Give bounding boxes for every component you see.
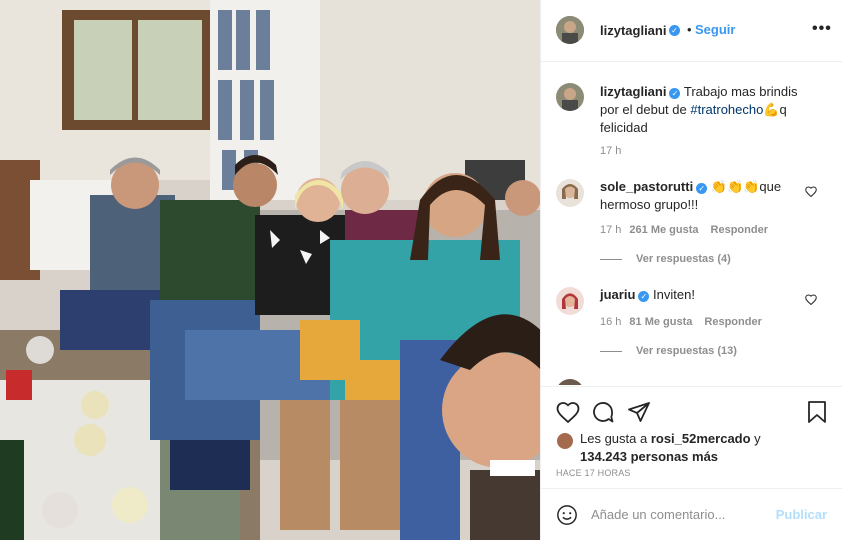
caption-hashtag[interactable]: #tratrohecho [690,102,763,117]
post-timestamp[interactable]: HACE 17 HORAS [556,468,631,478]
more-options-icon[interactable]: ••• [812,20,832,38]
verified-badge-icon: ✓ [669,25,680,36]
comment-likes[interactable]: 261 Me gusta [629,224,698,236]
verified-badge-icon: ✓ [638,291,650,302]
reply-button[interactable]: Responder [711,224,768,236]
emoji-smiley-icon[interactable] [556,504,578,529]
comments-list[interactable]: lizytagliani ✓ Trabajo mas brindis por el… [541,63,842,385]
share-paper-plane-icon[interactable] [627,400,651,427]
header-separator: • [687,22,692,37]
caption-avatar[interactable] [556,83,584,111]
follow-button[interactable]: Seguir [695,22,735,37]
view-replies-button[interactable]: Ver respuestas (13) [600,345,737,357]
clapping-hands-emoji: 👏👏👏 [710,179,760,194]
author-avatar[interactable] [556,16,584,44]
comment-username[interactable]: juariu [600,287,635,302]
caption-username[interactable]: lizytagliani [600,84,666,99]
view-replies-label[interactable]: Ver respuestas (13) [636,345,737,357]
comment-text: juariu ✓ Inviten! [600,286,800,304]
comment-input[interactable]: Añade un comentario... [591,507,725,522]
caption-time: 17 h [600,145,622,157]
comment-text: sole_pastorutti ✓ 👏👏👏que hermoso grupo!!! [600,178,800,214]
likes-prefix: Les gusta a [580,431,651,446]
like-heart-icon[interactable] [556,401,580,426]
add-comment-bar: Añade un comentario... Publicar [541,488,842,540]
save-bookmark-icon[interactable] [807,400,827,427]
liker-username[interactable]: rosi_52mercado [651,431,751,446]
comment-likes[interactable]: 81 Me gusta [629,316,692,328]
replies-divider [600,258,622,260]
view-replies-label[interactable]: Ver respuestas (4) [636,253,731,265]
likes-middle: y [750,431,761,446]
post-photo[interactable] [0,0,540,540]
comment-avatar[interactable] [556,287,584,315]
likes-summary: Les gusta a rosi_52mercado y 134.243 per… [556,430,761,466]
likes-count[interactable]: 134.243 personas más [580,449,718,464]
comment-meta: 17 h 261 Me gusta Responder [600,224,768,236]
replies-divider [600,350,622,352]
publish-button[interactable]: Publicar [776,507,827,522]
caption-text: lizytagliani ✓ Trabajo mas brindis por el… [600,83,810,137]
verified-badge-icon: ✓ [696,183,708,194]
group-photo-image [0,0,540,540]
liker-avatar[interactable] [556,432,574,450]
comment-meta: 16 h 81 Me gusta Responder [600,316,762,328]
post-actions: Les gusta a rosi_52mercado y 134.243 per… [541,386,842,486]
reply-button[interactable]: Responder [704,316,761,328]
comment-time: 17 h [600,224,622,236]
comment-like-heart-icon[interactable] [805,294,817,308]
comment-time: 16 h [600,316,622,328]
post-header: lizytagliani ✓ • Seguir ••• [541,0,842,62]
comment-bubble-icon[interactable] [591,400,615,427]
comment-like-heart-icon[interactable] [805,186,817,200]
verified-badge-icon: ✓ [669,88,681,99]
flexed-biceps-emoji: 💪 [763,102,780,117]
view-replies-button[interactable]: Ver respuestas (4) [600,253,731,265]
post-sidebar: lizytagliani ✓ • Seguir ••• lizytagliani… [540,0,842,540]
comment-avatar[interactable] [556,179,584,207]
comment-avatar[interactable] [556,379,584,385]
author-username[interactable]: lizytagliani [600,23,666,38]
comment-username[interactable]: sole_pastorutti [600,179,693,194]
comment-body: Inviten! [653,287,695,302]
